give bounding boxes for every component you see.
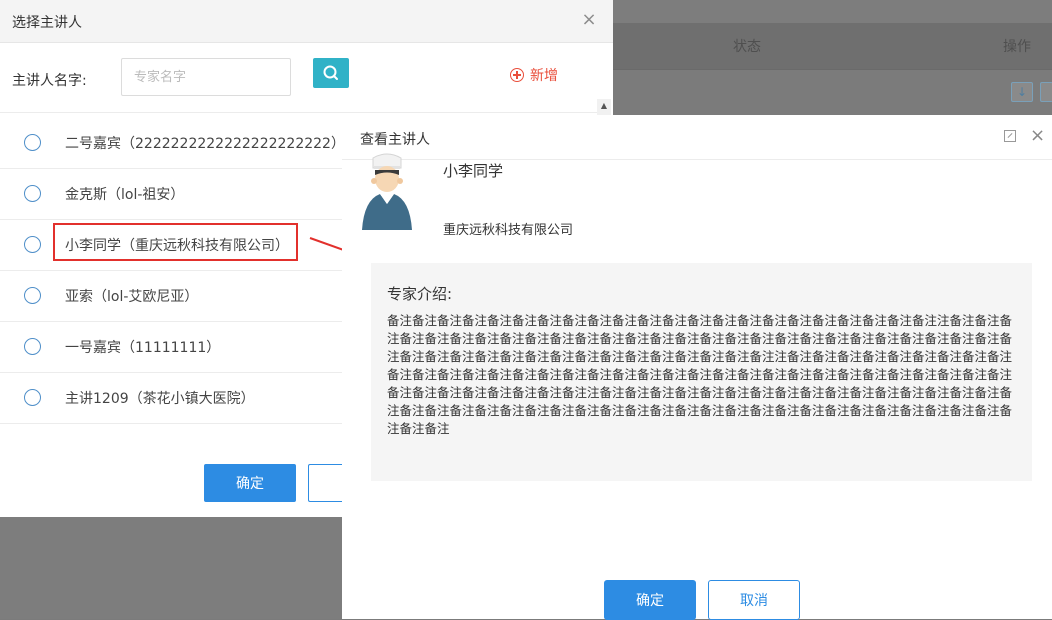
cancel-button[interactable]: 取消 — [708, 580, 800, 620]
dialog-title: 选择主讲人 — [12, 15, 82, 31]
search-button[interactable] — [313, 58, 349, 88]
intro-heading: 专家介绍: — [387, 285, 453, 303]
confirm-button[interactable]: 确定 — [204, 464, 296, 502]
search-label: 主讲人名字: — [12, 73, 87, 89]
dialog-title: 查看主讲人 — [360, 132, 430, 148]
intro-text: 备注备注备注备注备注备注备注备注备注备注备注备注备注备注备注备注备注备注备注备注… — [387, 313, 1013, 436]
dialog-titlebar: 查看主讲人 × — [342, 115, 1052, 160]
radio-button[interactable] — [24, 134, 41, 151]
radio-button[interactable] — [24, 389, 41, 406]
list-item-label: 一号嘉宾（11111111） — [65, 340, 221, 356]
highlight-annotation — [53, 223, 298, 261]
column-header-operations: 操作 — [1003, 39, 1031, 55]
list-item-label: 金克斯（lol-祖安） — [65, 187, 185, 203]
list-item[interactable] — [0, 99, 597, 113]
search-icon — [323, 65, 338, 80]
add-speaker-link[interactable]: 新增 — [510, 65, 558, 85]
download-icon[interactable]: ↓ — [1011, 82, 1033, 102]
table-row — [613, 69, 1052, 118]
radio-button[interactable] — [24, 287, 41, 304]
avatar — [362, 153, 412, 230]
intro-panel: 专家介绍: 备注备注备注备注备注备注备注备注备注备注备注备注备注备注备注备注备注… — [371, 263, 1032, 481]
list-item-label: 主讲1209（茶花小镇大医院） — [65, 391, 255, 407]
radio-button[interactable] — [24, 338, 41, 355]
close-icon[interactable]: × — [1030, 125, 1045, 146]
search-input[interactable] — [121, 58, 291, 96]
radio-button[interactable] — [24, 236, 41, 253]
view-speaker-dialog: 查看主讲人 × 小李同学 重庆远秋科技有限公司 专家介绍: 备注备注备注备注备注… — [342, 115, 1052, 620]
close-icon[interactable]: × — [580, 9, 598, 30]
list-item-label: 亚索（lol-艾欧尼亚） — [65, 289, 199, 305]
scroll-up-icon[interactable]: ▲ — [597, 99, 611, 113]
expert-name: 小李同学 — [443, 162, 504, 180]
add-circle-icon — [510, 68, 524, 82]
radio-button[interactable] — [24, 185, 41, 202]
add-label: 新增 — [530, 68, 558, 84]
maximize-icon[interactable] — [1004, 130, 1016, 142]
column-header-status: 状态 — [733, 39, 761, 55]
expert-organization: 重庆远秋科技有限公司 — [443, 223, 574, 238]
list-item-label: 二号嘉宾（2222222222222222222222） — [65, 136, 345, 152]
row-action-button[interactable] — [1040, 82, 1052, 102]
dialog-titlebar: 选择主讲人 × — [0, 0, 613, 43]
confirm-button[interactable]: 确定 — [604, 580, 696, 620]
table-header — [613, 23, 1052, 69]
